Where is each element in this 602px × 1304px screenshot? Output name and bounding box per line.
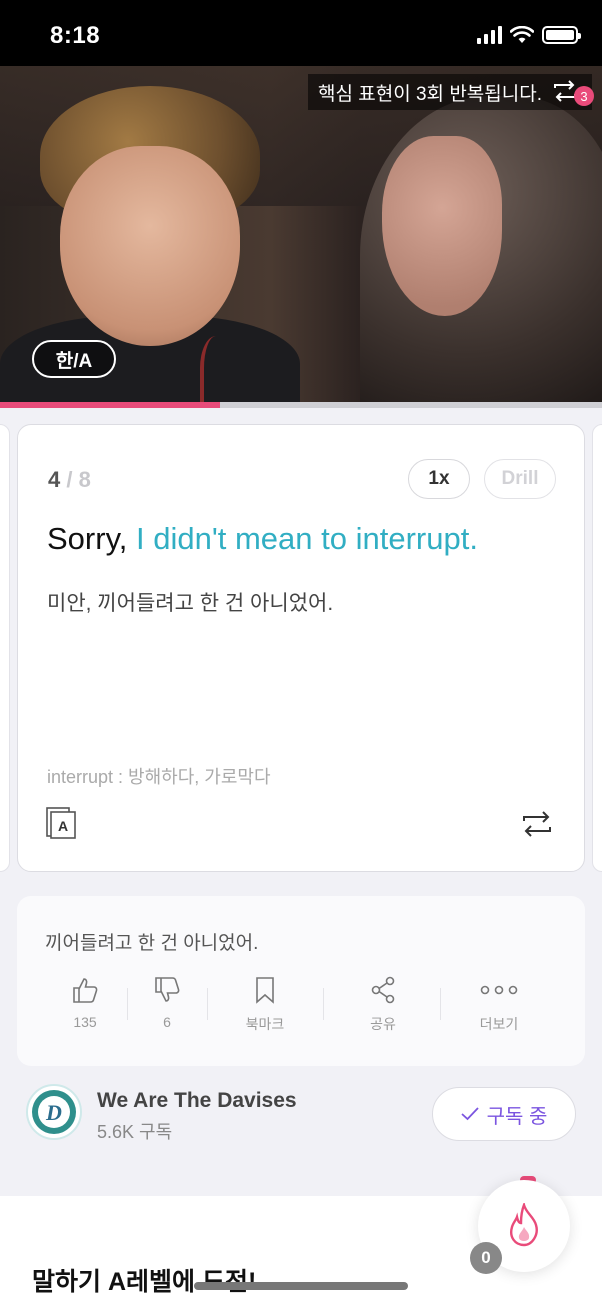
repeat-count-badge: 3 <box>574 86 594 106</box>
repeat-banner-text: 핵심 표현이 3회 반복됩니다. <box>318 83 542 105</box>
expression-text: 끼어들려고 한 건 아니었어. <box>45 933 259 954</box>
loop-icon[interactable] <box>520 809 554 839</box>
expression-info-card: 끼어들려고 한 건 아니었어. 135 6 북마크 공유 더보기 <box>17 896 585 1066</box>
dislike-button[interactable]: 6 <box>127 976 207 1030</box>
bookmark-button[interactable]: 북마크 <box>225 976 305 1034</box>
language-toggle-button[interactable]: 한/A <box>32 340 116 378</box>
subscribe-button[interactable]: 구독 중 <box>432 1087 576 1141</box>
sentence-text: Sorry, I didn't mean to interrupt. <box>47 521 478 557</box>
share-icon <box>371 976 395 1004</box>
video-progress-fill <box>0 402 220 408</box>
thumbs-up-icon <box>73 978 98 1003</box>
card-counter-separator: / <box>66 467 73 492</box>
sentence-card: 4 / 8 1x Drill Sorry, I didn't mean to i… <box>17 424 585 872</box>
channel-avatar[interactable]: D <box>26 1084 82 1140</box>
dislike-count: 6 <box>163 1014 171 1030</box>
action-bar: 135 6 북마크 공유 더보기 <box>17 976 585 1036</box>
more-icon <box>480 985 518 995</box>
wifi-icon <box>510 26 534 43</box>
bookmark-icon <box>256 977 274 1004</box>
status-time: 8:18 <box>50 22 101 49</box>
battery-icon <box>542 26 581 44</box>
status-bar: 8:18 <box>0 0 602 66</box>
sentence-plain: Sorry, <box>47 521 136 556</box>
repeat-banner: 핵심 표현이 3회 반복됩니다. 3 <box>308 74 594 110</box>
sentence-translation: 미안, 끼어들려고 한 건 아니었어. <box>47 592 334 615</box>
dictionary-icon-letter: A <box>58 818 68 834</box>
share-label: 공유 <box>370 1016 396 1032</box>
check-icon <box>461 1107 479 1121</box>
channel-subscribers: 5.6K 구독 <box>97 1122 173 1142</box>
more-button[interactable]: 더보기 <box>459 976 539 1034</box>
video-player[interactable]: 핵심 표현이 3회 반복됩니다. 3 한/A <box>0 66 602 404</box>
home-indicator[interactable] <box>194 1282 408 1290</box>
video-frame-person <box>382 136 502 316</box>
card-counter-total: 8 <box>78 467 91 492</box>
like-button[interactable]: 135 <box>45 976 125 1030</box>
card-counter-current: 4 <box>48 467 61 492</box>
channel-logo-icon: D <box>32 1090 76 1134</box>
speed-button[interactable]: 1x <box>408 459 470 499</box>
channel-name[interactable]: We Are The Davises <box>97 1089 297 1113</box>
streak-count-badge: 0 <box>470 1242 502 1274</box>
challenge-title: 말하기 A레벨에 도전! <box>32 1268 257 1296</box>
share-button[interactable]: 공유 <box>343 976 423 1034</box>
dictionary-icon[interactable]: A <box>46 807 76 839</box>
previous-card-peek[interactable] <box>0 424 10 872</box>
subscribe-label: 구독 중 <box>486 1105 548 1128</box>
flame-icon <box>510 1203 538 1247</box>
bookmark-label: 북마크 <box>245 1016 285 1032</box>
vocab-note: interrupt : 방해하다, 가로막다 <box>47 767 271 787</box>
sentence-highlight: I didn't mean to interrupt. <box>136 521 478 556</box>
status-icons <box>477 26 581 44</box>
more-label: 더보기 <box>479 1016 519 1032</box>
video-frame-person <box>60 146 240 346</box>
next-card-peek[interactable] <box>592 424 602 872</box>
thumbs-down-icon <box>155 977 180 1002</box>
signal-icon <box>477 26 502 44</box>
like-count: 135 <box>73 1014 97 1030</box>
drill-button[interactable]: Drill <box>484 459 556 499</box>
card-counter: 4 / 8 <box>48 467 91 493</box>
channel-logo-letter: D <box>45 1100 62 1125</box>
video-progress-bar[interactable] <box>0 402 602 408</box>
